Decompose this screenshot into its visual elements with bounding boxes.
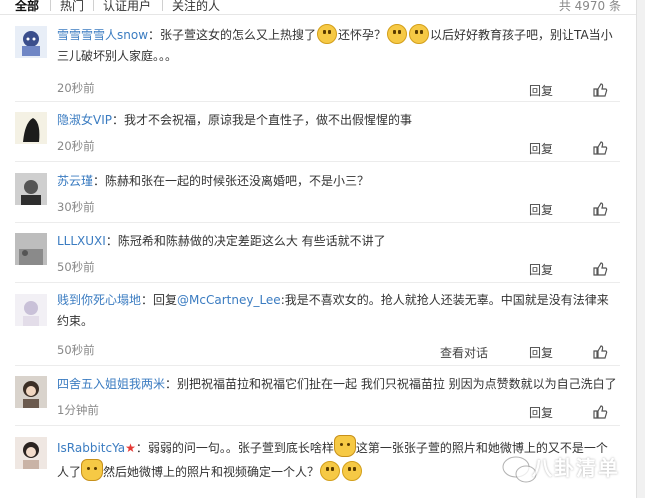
comment-username[interactable]: 雪雪雪雪人snow — [57, 28, 148, 42]
reply-button[interactable]: 回复 — [529, 344, 553, 361]
comment-item: 苏云瑾：陈赫和张在一起的时候张还没离婚吧，不是小三？ 30秒前 回复 — [0, 163, 630, 223]
tab-divider — [50, 0, 51, 11]
laugh-cry-emoji-icon — [342, 461, 363, 481]
laugh-emoji-icon — [317, 24, 338, 44]
comment-time: 50秒前 — [57, 260, 95, 274]
like-thumb-icon[interactable] — [592, 344, 608, 360]
avatar[interactable] — [15, 376, 47, 408]
reply-button[interactable]: 回复 — [529, 261, 553, 278]
avatar[interactable] — [15, 294, 47, 326]
comment-time: 1分钟前 — [57, 403, 99, 417]
reply-button[interactable]: 回复 — [529, 404, 553, 421]
comment-time: 20秒前 — [57, 81, 95, 95]
comment-username[interactable]: 四舍五入姐姐我两米 — [57, 377, 165, 391]
comment-total-count: 共 4970 条 — [558, 0, 621, 13]
cat-emoji-icon — [333, 435, 356, 457]
comment-text: LLLXUXI：陈冠希和陈赫做的决定差距这么大 有些话就不讲了 — [57, 234, 386, 248]
comment-time: 30秒前 — [57, 200, 95, 214]
comment-text: 隐淑女VIP：我才不会祝福，原谅我是个直性子，做不出假惺惺的事 — [57, 113, 413, 127]
comment-username[interactable]: 隐淑女VIP — [57, 113, 112, 127]
laugh-cry-emoji-icon — [320, 461, 341, 481]
tab-following[interactable]: 关注的人 — [172, 0, 220, 14]
comment-username[interactable]: 贱到你死心塌地 — [57, 293, 141, 307]
comment-item: LLLXUXI：陈冠希和陈赫做的决定差距这么大 有些话就不讲了 50秒前 回复 — [0, 223, 630, 283]
comment-item: 隐淑女VIP：我才不会祝福，原谅我是个直性子，做不出假惺惺的事 20秒前 回复 — [0, 102, 630, 162]
tab-divider — [93, 0, 94, 11]
comment-text: 贱到你死心塌地：回复@McCartney_Lee:我是不喜欢女的。抢人就抢人还装… — [57, 293, 609, 328]
avatar[interactable] — [15, 173, 47, 205]
tab-all[interactable]: 全部 — [15, 0, 39, 14]
like-thumb-icon[interactable] — [592, 201, 608, 217]
avatar[interactable] — [15, 112, 47, 144]
comment-item: 雪雪雪雪人snow：张子萱这女的怎么又上热搜了 还怀孕？ 以后好好教育孩子吧，别让T… — [0, 16, 630, 102]
watermark-text: 八卦清单 — [532, 456, 620, 480]
comment-text: 四舍五入姐姐我两米：别把祝福苗拉和祝福它们扯在一起 我们只祝福苗拉 别因为点赞数… — [57, 377, 617, 391]
reply-button[interactable]: 回复 — [529, 140, 553, 157]
laugh-emoji-icon — [409, 24, 430, 44]
comment-time: 50秒前 — [57, 343, 95, 357]
tab-verified-users[interactable]: 认证用户 — [103, 0, 151, 14]
reply-button[interactable]: 回复 — [529, 201, 553, 218]
page-scrollbar[interactable] — [636, 0, 645, 498]
comment-item: 四舍五入姐姐我两米：别把祝福苗拉和祝福它们扯在一起 我们只祝福苗拉 别因为点赞数… — [0, 366, 630, 426]
comment-username[interactable]: 苏云瑾 — [57, 174, 93, 188]
divider — [15, 161, 620, 162]
comment-text: 雪雪雪雪人snow：张子萱这女的怎么又上热搜了 还怀孕？ 以后好好教育孩子吧，别让T… — [57, 24, 617, 67]
comment-username[interactable]: IsRabbitcYa — [57, 441, 125, 455]
tab-divider — [162, 0, 163, 11]
like-thumb-icon[interactable] — [592, 404, 608, 420]
mention-link[interactable]: @McCartney_Lee — [177, 293, 281, 307]
divider — [15, 425, 620, 426]
like-thumb-icon[interactable] — [592, 82, 608, 98]
avatar[interactable] — [15, 233, 47, 265]
cat-emoji-icon — [81, 459, 104, 481]
avatar[interactable] — [15, 437, 47, 469]
comment-item: 贱到你死心塌地：回复@McCartney_Lee:我是不喜欢女的。抢人就抢人还装… — [0, 284, 630, 366]
view-conversation-link[interactable]: 查看对话 — [440, 344, 488, 361]
laugh-emoji-icon — [387, 24, 408, 44]
avatar[interactable] — [15, 26, 47, 58]
reply-button[interactable]: 回复 — [529, 82, 553, 99]
tab-hot[interactable]: 热门 — [60, 0, 84, 14]
like-thumb-icon[interactable] — [592, 261, 608, 277]
like-thumb-icon[interactable] — [592, 140, 608, 156]
comment-filter-bar: 全部 热门 认证用户 关注的人 共 4970 条 — [0, 0, 645, 15]
comment-username[interactable]: LLLXUXI — [57, 234, 106, 248]
divider — [15, 282, 620, 283]
comment-text: 苏云瑾：陈赫和张在一起的时候张还没离婚吧，不是小三？ — [57, 174, 370, 188]
comment-time: 20秒前 — [57, 139, 95, 153]
verified-star-icon: ★ — [125, 441, 136, 455]
